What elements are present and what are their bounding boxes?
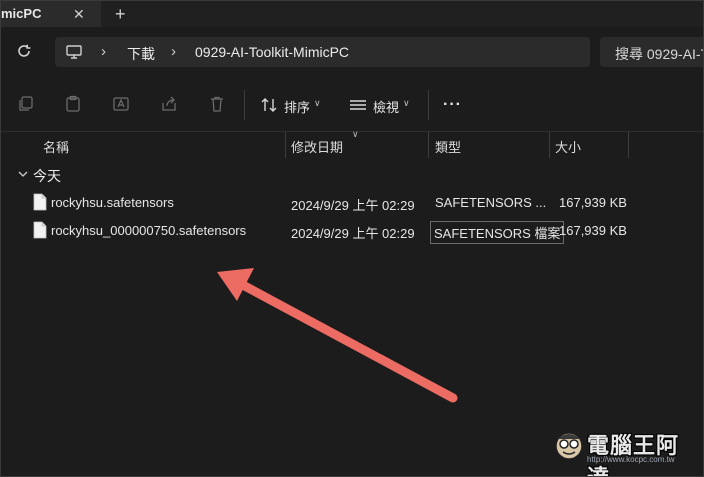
view-list-icon (350, 100, 366, 110)
column-header-size[interactable]: 大小 (555, 137, 581, 156)
rename-icon[interactable] (112, 95, 130, 113)
watermark-logo: 電腦王阿達 http://www.kocpc.com.tw (553, 428, 693, 476)
file-name: rockyhsu.safetensors (51, 195, 174, 210)
breadcrumb-current-folder[interactable]: 0929-AI-Toolkit-MimicPC (195, 44, 349, 60)
sort-label: 排序 (284, 100, 311, 115)
toolbar-divider (428, 90, 429, 120)
breadcrumb[interactable]: › 下載 › 0929-AI-Toolkit-MimicPC (55, 37, 590, 67)
file-modified: 2024/9/29 上午 02:29 (291, 226, 415, 241)
file-modified: 2024/9/29 上午 02:29 (291, 198, 415, 213)
close-icon[interactable]: ✕ (73, 1, 85, 27)
column-headers: 名稱 ∨ 修改日期 類型 大小 (1, 129, 703, 158)
column-header-modified[interactable]: 修改日期 (291, 137, 343, 156)
toolbar-divider (244, 90, 245, 120)
refresh-icon[interactable] (15, 42, 33, 60)
watermark-url: http://www.kocpc.com.tw (587, 455, 675, 464)
file-type: SAFETENSORS ... (435, 195, 547, 210)
tab-0929-ai-toolkit[interactable]: micPC ✕ (1, 1, 101, 27)
file-row[interactable]: rockyhsu_000000750.safetensors 2024/9/29… (1, 217, 703, 244)
tab-title: micPC (1, 6, 42, 21)
title-bar: micPC ✕ + (1, 1, 703, 27)
more-options-icon[interactable]: ··· (443, 96, 462, 114)
file-type-tooltip: SAFETENSORS 檔案 (430, 221, 565, 244)
file-name: rockyhsu_000000750.safetensors (51, 223, 247, 238)
chevron-down-icon: ∨ (403, 98, 410, 108)
copy-icon[interactable] (17, 95, 35, 113)
group-label: 今天 (33, 168, 61, 184)
chevron-down-icon: ∨ (314, 98, 321, 108)
file-row[interactable]: rockyhsu.safetensors 2024/9/29 上午 02:29 … (1, 189, 703, 215)
column-header-name[interactable]: 名稱 (43, 137, 69, 156)
file-icon (33, 193, 47, 211)
computer-icon[interactable] (65, 43, 83, 61)
chevron-down-icon[interactable] (17, 168, 29, 180)
file-icon (33, 221, 47, 239)
column-divider[interactable] (549, 132, 550, 158)
sort-caret-icon: ∨ (352, 129, 359, 139)
address-row: › 下載 › 0929-AI-Toolkit-MimicPC 搜尋 0929-A… (1, 27, 703, 79)
file-explorer-window: micPC ✕ + › 下載 › 0929-AI-Toolkit-MimicPC… (0, 0, 704, 477)
delete-icon[interactable] (208, 95, 226, 113)
mascot-icon (555, 432, 583, 460)
view-label: 檢視 (373, 100, 400, 115)
sort-icon (261, 98, 277, 112)
chevron-right-icon[interactable]: › (101, 43, 106, 60)
column-divider[interactable] (428, 132, 429, 158)
command-bar: 排序 ∨ 檢視 ∨ ··· (1, 79, 703, 132)
column-header-type[interactable]: 類型 (435, 137, 461, 156)
new-tab-icon[interactable]: + (115, 1, 126, 27)
watermark-text: 電腦王阿達 (587, 434, 680, 476)
view-button[interactable]: 檢視 ∨ (349, 95, 415, 115)
column-divider[interactable] (285, 132, 286, 158)
paste-icon[interactable] (64, 95, 82, 113)
search-input[interactable]: 搜尋 0929-AI-T (600, 37, 704, 67)
column-divider[interactable] (628, 132, 629, 158)
breadcrumb-downloads[interactable]: 下載 (127, 44, 155, 64)
sort-button[interactable]: 排序 ∨ (260, 95, 326, 115)
chevron-right-icon[interactable]: › (171, 43, 176, 60)
file-size: 167,939 KB (559, 195, 627, 210)
search-placeholder: 搜尋 0929-AI-T (615, 46, 704, 62)
share-icon[interactable] (160, 95, 178, 113)
file-size: 167,939 KB (559, 223, 627, 238)
